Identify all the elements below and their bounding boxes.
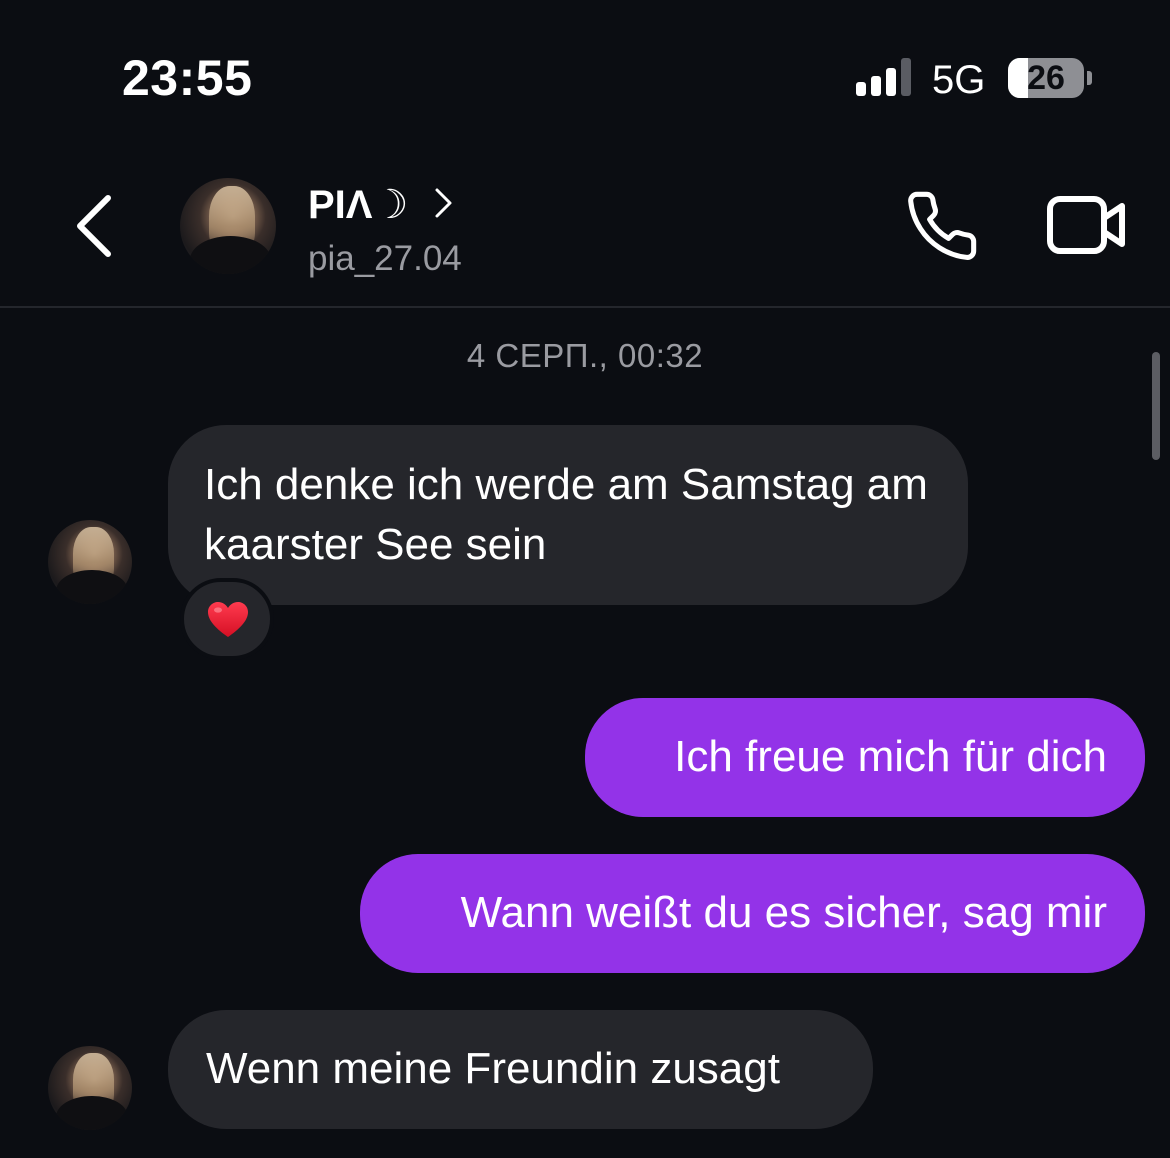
battery-level: 26	[1027, 59, 1065, 97]
avatar-photo-body	[56, 1096, 128, 1130]
video-camera-icon	[1047, 196, 1125, 254]
heart-icon	[208, 602, 248, 637]
sender-avatar[interactable]	[48, 1046, 132, 1130]
video-call-button[interactable]	[1046, 190, 1128, 260]
status-time: 23:55	[122, 50, 253, 106]
conversation-timestamp: 4 СЕРП., 00:32	[466, 337, 704, 374]
chevron-right-icon[interactable]	[432, 186, 456, 220]
signal-strength-icon	[856, 58, 914, 96]
back-button[interactable]	[60, 186, 130, 266]
message-bubble-incoming[interactable]: Ich denke ich werde am Samstag am kaarst…	[168, 425, 968, 605]
battery-tip	[1087, 71, 1092, 85]
chat-screen: 23:55 5G 26 PIΛ☽ pia_27.04 4 СЕРП., 00:3…	[0, 0, 1170, 1158]
chevron-left-icon	[77, 195, 111, 257]
avatar-photo-body	[56, 570, 128, 604]
audio-call-button[interactable]	[904, 188, 980, 264]
message-reaction[interactable]	[180, 578, 274, 660]
phone-icon	[908, 191, 977, 260]
contact-username[interactable]: pia_27.04	[308, 238, 462, 280]
avatar-photo-body	[189, 235, 272, 274]
contact-avatar[interactable]	[180, 178, 276, 274]
sender-avatar[interactable]	[48, 520, 132, 604]
message-bubble-incoming[interactable]: Wenn meine Freundin zusagt	[168, 1010, 873, 1129]
message-bubble-outgoing[interactable]: Ich freue mich für dich	[585, 698, 1145, 817]
network-type: 5G	[932, 58, 986, 102]
message-bubble-outgoing[interactable]: Wann weißt du es sicher, sag mir	[360, 854, 1145, 973]
contact-name[interactable]: PIΛ☽	[308, 182, 408, 228]
battery-icon: 26	[1008, 58, 1084, 98]
header-divider	[0, 306, 1170, 308]
